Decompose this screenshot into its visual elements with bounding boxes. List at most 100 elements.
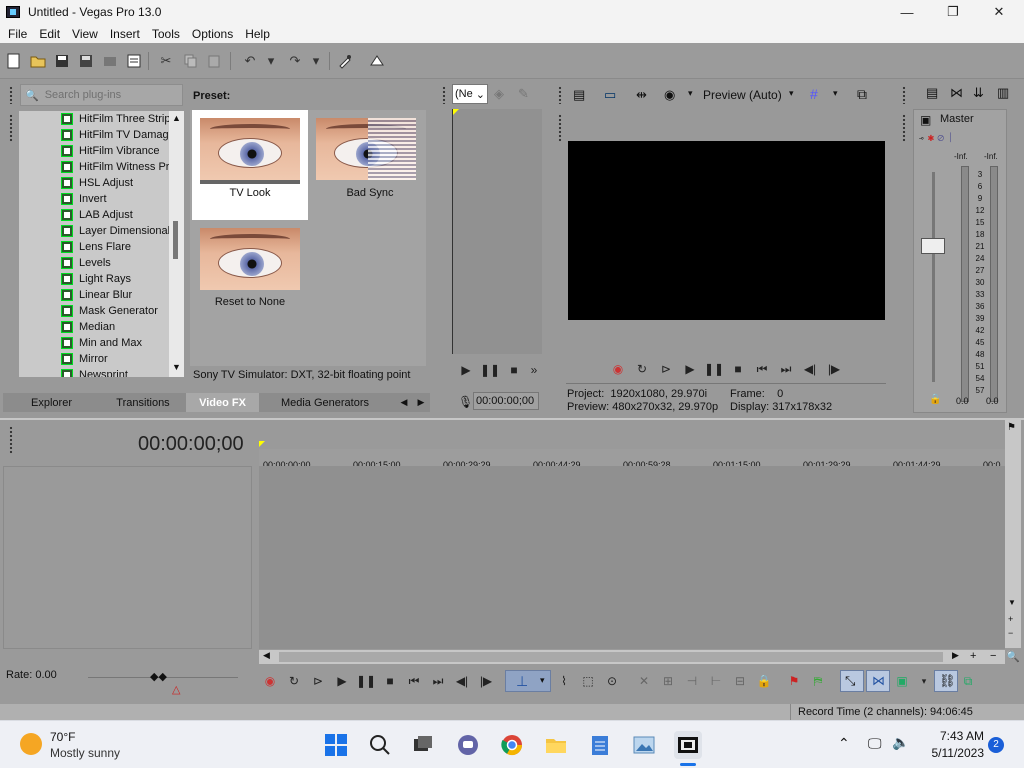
tabs-scroll-right-icon[interactable]: ▶ xyxy=(413,393,429,412)
save-icon[interactable] xyxy=(53,52,71,70)
weather-description[interactable]: Mostly sunny xyxy=(50,746,120,760)
chrome-icon[interactable] xyxy=(498,731,526,759)
ripple-edit-icon[interactable]: ▣ xyxy=(894,673,910,689)
notification-badge[interactable]: 2 xyxy=(988,737,1004,753)
plugin-item[interactable]: Newsprint xyxy=(61,367,128,377)
menu-help[interactable]: Help xyxy=(239,27,276,41)
loop-playback-icon[interactable]: ↻ xyxy=(634,361,650,377)
zoom-in-horizontal-icon[interactable]: + xyxy=(970,650,976,662)
menu-insert[interactable]: Insert xyxy=(104,27,146,41)
plugin-item[interactable]: Levels xyxy=(61,255,111,271)
timeline-horizontal-scrollbar[interactable]: ◀ ▶ + − xyxy=(259,650,1005,664)
plugin-item[interactable]: Linear Blur xyxy=(61,287,132,303)
overlays-dropdown-icon[interactable]: ▾ xyxy=(833,88,838,99)
trimmer-area[interactable] xyxy=(452,109,542,354)
mixer-properties-icon[interactable]: ▤ xyxy=(926,85,938,101)
go-to-start-icon[interactable]: ⏮ xyxy=(754,361,770,377)
render-icon[interactable] xyxy=(101,52,119,70)
plugin-item[interactable]: HitFilm Three Strip xyxy=(61,111,169,127)
downmix-icon[interactable]: ⋈ xyxy=(950,85,963,101)
open-folder-icon[interactable] xyxy=(29,52,47,70)
chevron-up-icon[interactable]: ⌃ xyxy=(838,735,850,752)
ignore-grouping-icon[interactable]: ⧉ xyxy=(960,673,976,689)
weather-widget[interactable] xyxy=(18,731,46,759)
zoom-tool-icon[interactable]: 🔍 xyxy=(1006,650,1020,663)
close-button[interactable]: ✕ xyxy=(976,0,1022,24)
ripple-dropdown-icon[interactable]: ▾ xyxy=(916,673,932,689)
paste-icon[interactable] xyxy=(205,52,223,70)
auto-crossfade-button[interactable]: ⤡ xyxy=(840,670,864,692)
lock-events-icon[interactable]: 🔒 xyxy=(756,673,772,689)
zoom-in-vertical-icon[interactable]: + xyxy=(1008,614,1013,624)
lock-icon[interactable]: 🔒 xyxy=(929,394,941,405)
menu-view[interactable]: View xyxy=(66,27,104,41)
scroll-down-icon[interactable]: ▼ xyxy=(172,362,181,372)
scroll-right-icon[interactable]: ▶ xyxy=(952,650,959,661)
redo-icon[interactable]: ↷ xyxy=(286,52,304,70)
overlays-icon[interactable]: # xyxy=(810,86,818,102)
edit-tool-dropdown-icon[interactable]: ▾ xyxy=(540,675,545,686)
tab-explorer[interactable]: Explorer xyxy=(3,393,100,412)
trim-start-icon[interactable]: ⊣ xyxy=(684,673,700,689)
timeline-go-end-icon[interactable]: ⏭ xyxy=(430,673,446,689)
photos-icon[interactable] xyxy=(630,731,658,759)
enable-snapping-icon[interactable] xyxy=(336,52,354,70)
timeline-prev-frame-icon[interactable]: ◀| xyxy=(454,673,470,689)
trimmer-play-icon[interactable]: ▶ xyxy=(458,362,474,378)
plugin-item[interactable]: Min and Max xyxy=(61,335,142,351)
trimmer-more-icon[interactable]: » xyxy=(526,362,542,378)
insert-region-icon[interactable]: ⛿ xyxy=(810,673,826,689)
master-fader-handle[interactable] xyxy=(921,238,945,254)
marker-flag-icon[interactable]: ⚑ xyxy=(1007,422,1016,433)
zoom-tool-button-icon[interactable]: ⊙ xyxy=(604,673,620,689)
plugin-item[interactable]: Light Rays xyxy=(61,271,131,287)
timeline-vertical-scrollbar[interactable]: ⚑ ▼ + − xyxy=(1005,420,1021,648)
play-from-start-icon[interactable]: ⊳ xyxy=(658,361,674,377)
tab-video-fx[interactable]: Video FX xyxy=(186,393,259,412)
trimmer-stop-icon[interactable]: ■ xyxy=(506,362,522,378)
envelope-tool-icon[interactable]: ⌇ xyxy=(556,673,572,689)
video-fx-dropdown-icon[interactable]: ▾ xyxy=(688,88,693,99)
tree-vertical-scrollbar[interactable]: ▲ ▼ xyxy=(169,111,184,377)
plugin-item[interactable]: Lens Flare xyxy=(61,239,131,255)
lock-envelopes-button[interactable]: ⛓ xyxy=(934,670,958,692)
network-icon[interactable]: 🖵 xyxy=(868,735,882,752)
timeline-next-frame-icon[interactable]: |▶ xyxy=(478,673,494,689)
stop-icon[interactable]: ■ xyxy=(730,361,746,377)
start-button[interactable] xyxy=(322,731,350,759)
search-taskbar-icon[interactable] xyxy=(366,731,394,759)
properties-icon[interactable] xyxy=(125,52,143,70)
video-preview-screen[interactable] xyxy=(568,141,885,320)
scroll-thumb[interactable] xyxy=(173,221,178,259)
timeline-stop-icon[interactable]: ■ xyxy=(382,673,398,689)
file-explorer-icon[interactable] xyxy=(542,731,570,759)
split-screen-icon[interactable]: ⇹ xyxy=(636,87,647,103)
plugin-item[interactable]: Invert xyxy=(61,191,107,207)
split-icon[interactable]: ⊟ xyxy=(732,673,748,689)
pause-icon[interactable]: ❚❚ xyxy=(704,361,724,377)
track-header-area[interactable] xyxy=(3,466,252,649)
new-project-icon[interactable] xyxy=(5,52,23,70)
track-area[interactable] xyxy=(259,466,1005,649)
preview-quality-dropdown[interactable]: Preview (Auto) xyxy=(703,88,782,102)
external-monitor-icon[interactable]: ▭ xyxy=(604,87,616,103)
video-fx-icon[interactable]: ◉ xyxy=(664,87,675,103)
timeline-pause-icon[interactable]: ❚❚ xyxy=(356,673,376,689)
scroll-left-icon[interactable]: ◀ xyxy=(263,650,270,661)
maximize-button[interactable]: ❐ xyxy=(930,0,976,24)
timeline-loop-icon[interactable]: ↻ xyxy=(286,673,302,689)
cut-icon[interactable]: ✂ xyxy=(157,52,175,70)
save-as-icon[interactable] xyxy=(77,52,95,70)
previous-frame-icon[interactable]: ◀| xyxy=(802,361,818,377)
weather-temp[interactable]: 70°F xyxy=(50,730,75,744)
tabs-scroll-left-icon[interactable]: ◀ xyxy=(396,393,412,412)
clock-time[interactable]: 7:43 AM xyxy=(932,729,984,743)
plugin-item[interactable]: Mask Generator xyxy=(61,303,158,319)
trimmer-pause-icon[interactable]: ❚❚ xyxy=(480,362,500,378)
undo-icon[interactable]: ↶ xyxy=(241,52,259,70)
auto-ripple-icon[interactable] xyxy=(368,52,386,70)
tab-media-generators[interactable]: Media Generators xyxy=(259,393,391,412)
record-icon[interactable]: ◉ xyxy=(610,361,626,377)
trimmer-icon[interactable]: ◈ xyxy=(494,86,504,102)
timeline-play-icon[interactable]: ▶ xyxy=(334,673,350,689)
